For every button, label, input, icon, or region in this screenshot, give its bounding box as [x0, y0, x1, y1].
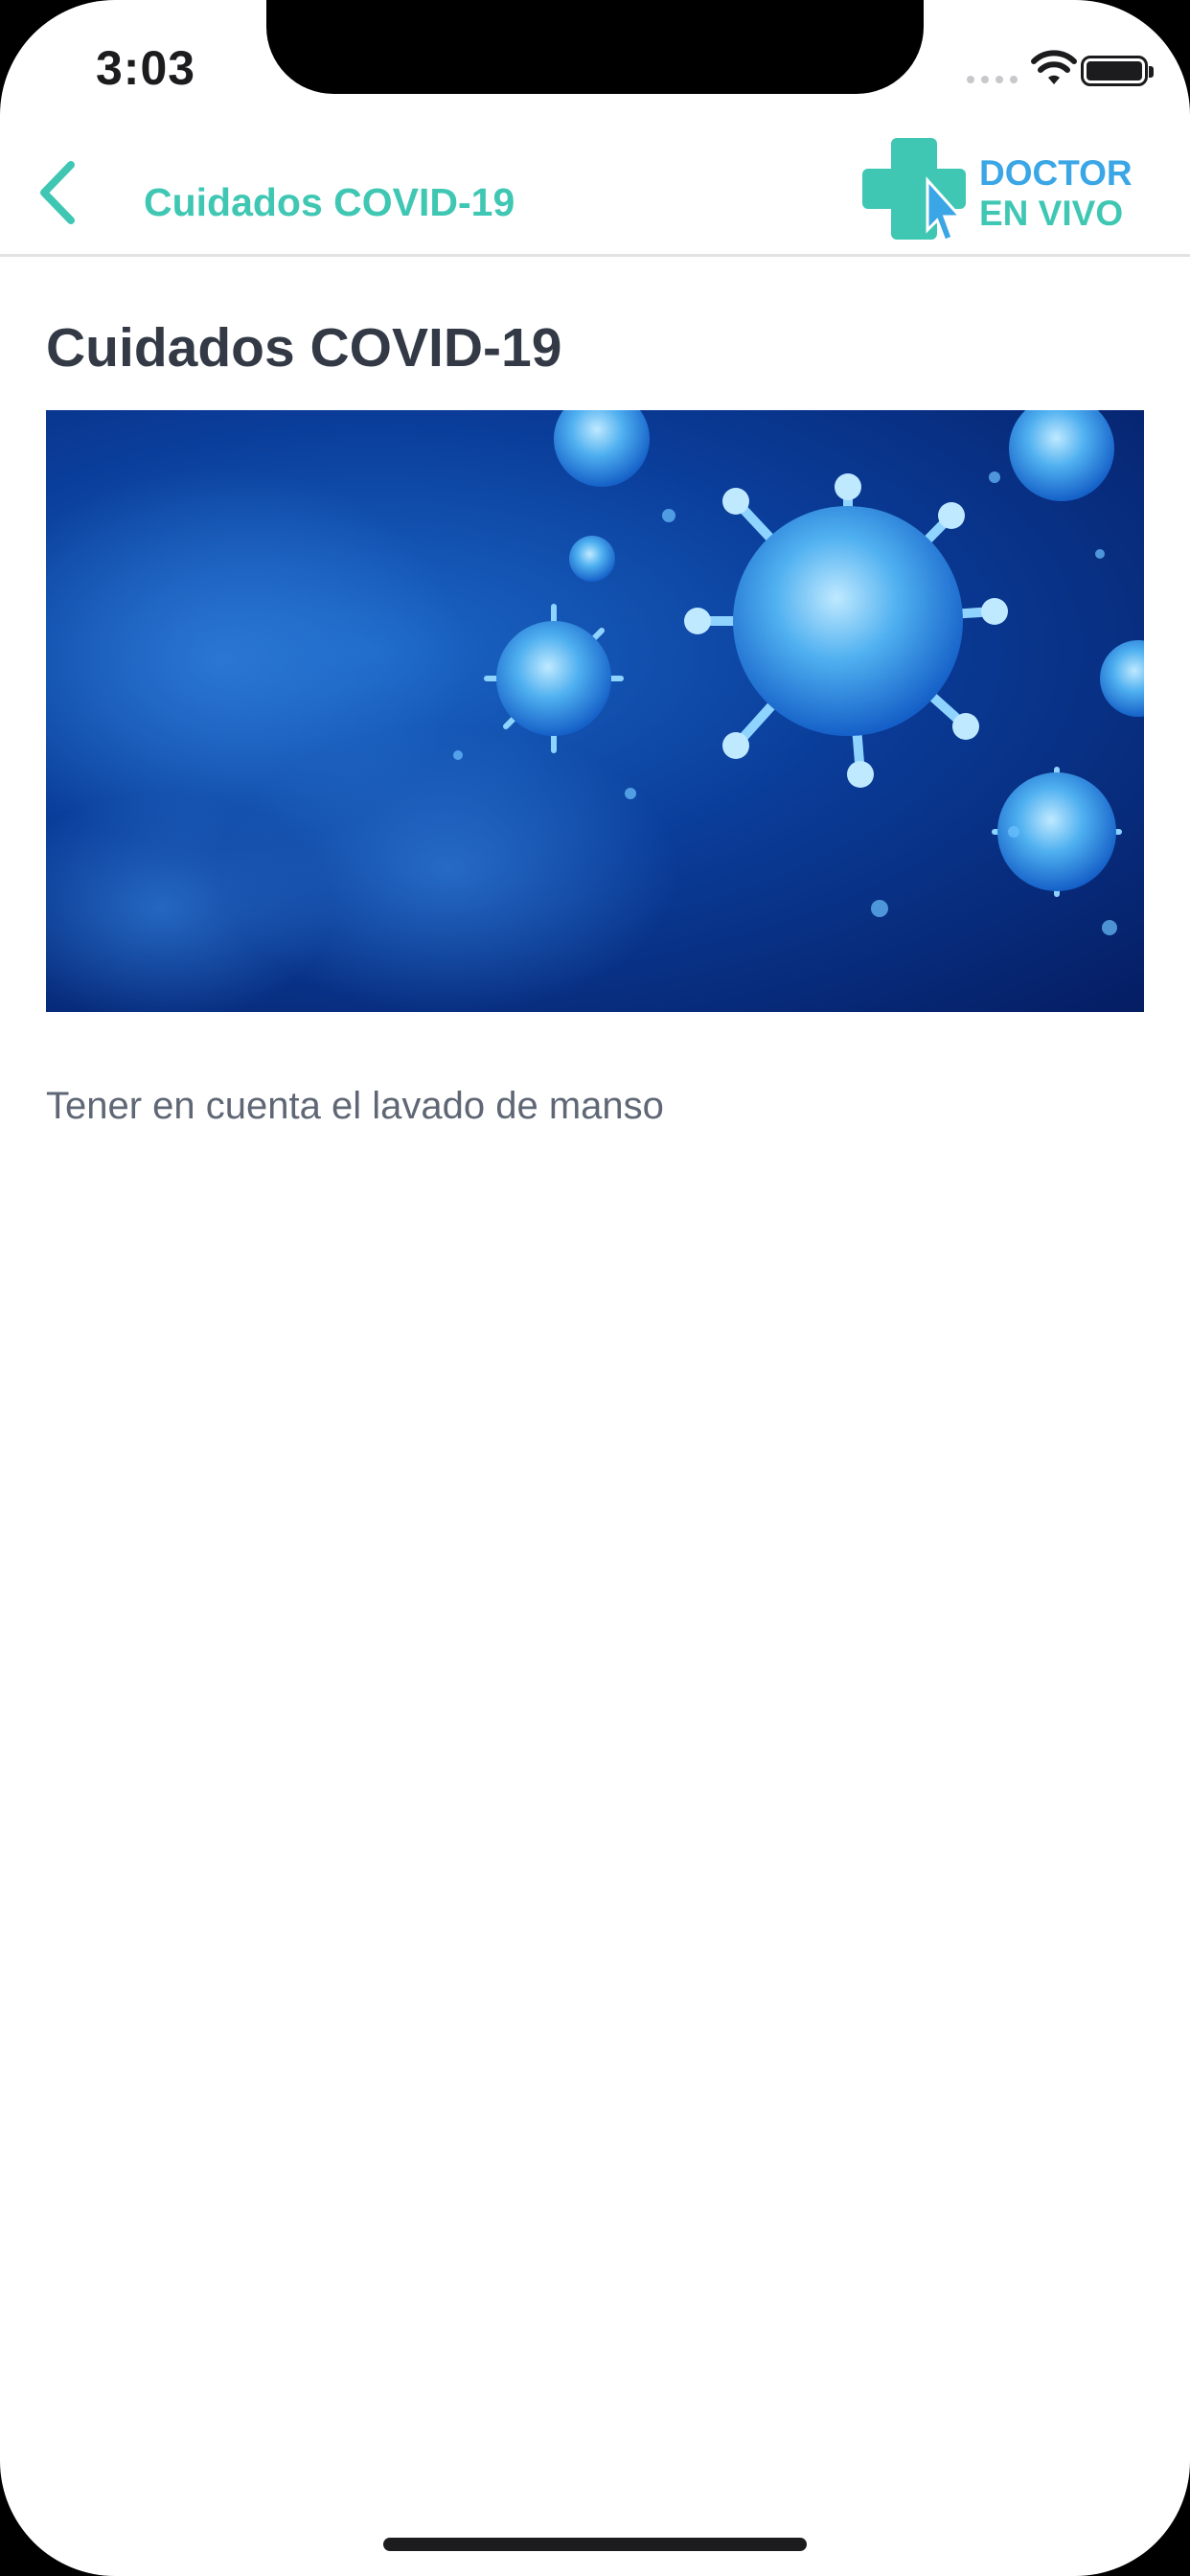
navigation-bar: Cuidados COVID-19 DOCTOR EN VIVO — [0, 125, 1190, 257]
signal-icon — [967, 76, 1018, 83]
article-title: Cuidados COVID-19 — [46, 317, 562, 379]
brand-logo: DOCTOR EN VIVO — [860, 132, 1177, 247]
home-indicator[interactable] — [383, 2538, 807, 2551]
article-body: Tener en cuenta el lavado de manso — [46, 1085, 664, 1127]
brand-line1: DOCTOR — [979, 153, 1133, 193]
article-image — [46, 410, 1144, 1012]
brand-line2: EN VIVO — [979, 194, 1124, 233]
battery-icon — [1081, 56, 1154, 86]
battery-level — [1087, 61, 1142, 80]
chevron-left-icon[interactable] — [34, 159, 82, 226]
nav-title: Cuidados COVID-19 — [144, 180, 515, 224]
phone-screen: 3:03 Cuidados COVID-19 DOCTOR EN VIVO Cu… — [0, 0, 1190, 2576]
wifi-icon — [1031, 50, 1077, 84]
coronavirus-illustration — [46, 410, 1144, 1012]
brand-name: DOCTOR EN VIVO — [979, 153, 1133, 234]
notch — [266, 0, 924, 94]
status-time: 3:03 — [96, 41, 196, 95]
medical-cross-logo — [862, 138, 966, 242]
